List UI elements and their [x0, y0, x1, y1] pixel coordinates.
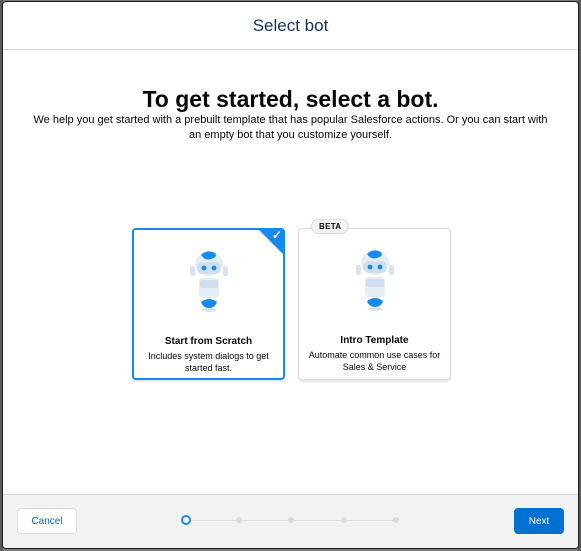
modal-body: To get started, select a bot. We help yo…	[3, 50, 578, 494]
page-subtext: We help you get started with a prebuilt …	[33, 114, 548, 141]
modal-footer: Cancel Next	[3, 494, 578, 548]
modal-title: Select bot	[252, 15, 329, 35]
bot-icon	[189, 251, 228, 312]
progress-step-4[interactable]	[341, 517, 347, 523]
progress-step-1[interactable]	[181, 515, 191, 525]
card-description: Includes system dialogs to get started f…	[148, 351, 269, 373]
bot-card-intro-template[interactable]: BETA Intro Template Automate common use …	[298, 219, 451, 380]
card-title: Intro Template	[340, 335, 409, 346]
check-icon: ✓	[271, 228, 282, 242]
modal-header: Select bot	[3, 2, 578, 50]
bot-icon	[355, 250, 394, 311]
card-description: Automate common use cases for Sales & Se…	[308, 350, 441, 372]
bot-card-start-from-scratch[interactable]: ✓ Start from Scratch Includes system dia…	[132, 228, 285, 380]
progress-step-3[interactable]	[288, 517, 294, 523]
select-bot-modal: Select bot To get started, select a bot.…	[2, 1, 579, 549]
progress-step-5[interactable]	[393, 517, 399, 523]
page-headline: To get started, select a bot.	[142, 86, 439, 112]
card-title: Start from Scratch	[164, 336, 253, 347]
progress-indicator	[181, 515, 401, 527]
progress-step-2[interactable]	[236, 517, 242, 523]
cancel-button[interactable]: Cancel	[17, 508, 77, 534]
next-button[interactable]: Next	[514, 508, 564, 534]
beta-badge: BETA	[311, 219, 350, 234]
